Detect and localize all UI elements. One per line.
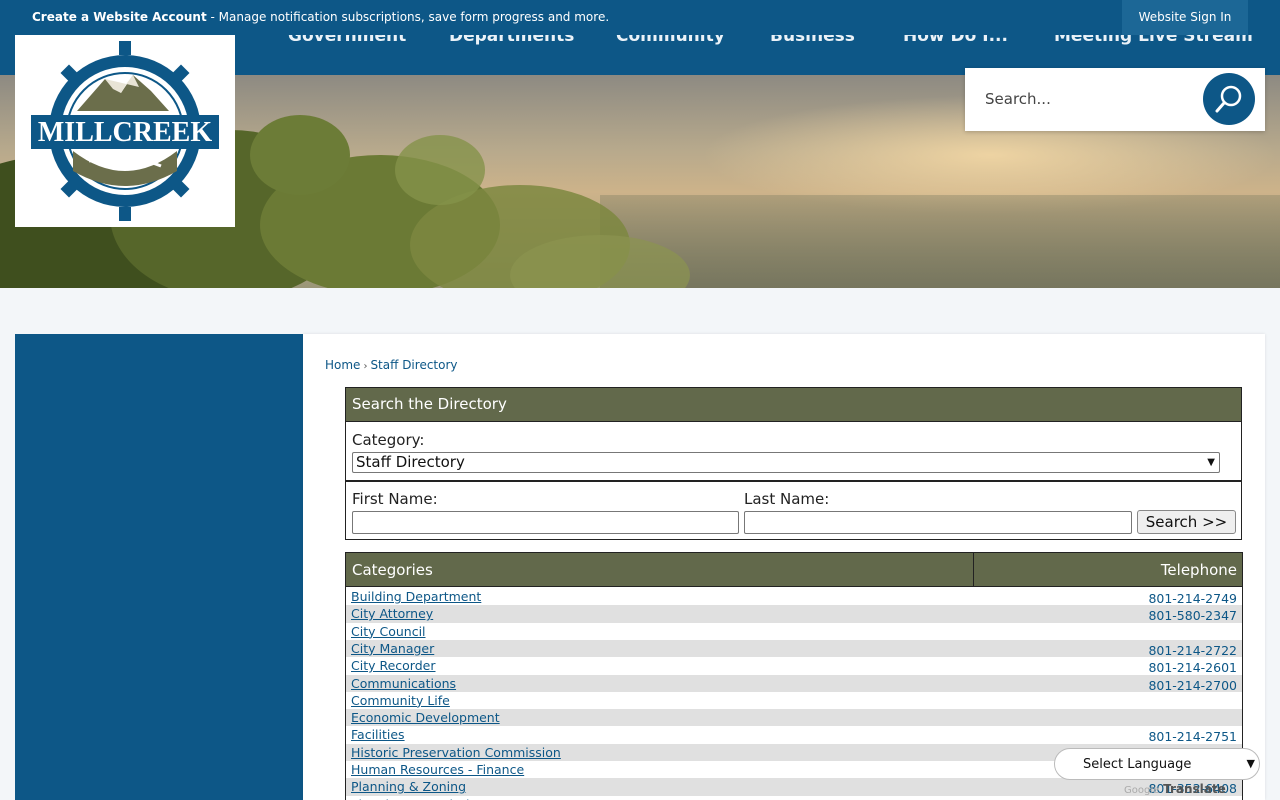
first-name-label: First Name: — [352, 490, 438, 508]
table-row: Community Life — [346, 692, 1242, 709]
directory-table-header: Categories Telephone — [346, 553, 1242, 587]
category-link[interactable]: Community Life — [351, 693, 450, 708]
table-row: Facilities 801-214-2751 — [346, 726, 1242, 744]
table-row: Planning Commission — [346, 796, 1242, 800]
site-search: Search... — [965, 68, 1265, 131]
create-account-link[interactable]: Create a Website Account — [32, 10, 207, 24]
valley-haze — [600, 195, 1280, 288]
telephone-link[interactable]: 801-214-2722 — [1148, 643, 1237, 658]
table-row: Economic Development — [346, 709, 1242, 727]
nav-item-departments[interactable]: Departments — [449, 35, 574, 46]
nav-item-business[interactable]: Business — [770, 35, 855, 46]
main-content: Home › Staff Directory Search the Director… — [303, 334, 1265, 800]
breadcrumb: Home › Staff Directory — [325, 358, 458, 372]
nav-item-government[interactable]: Government — [288, 35, 406, 46]
website-sign-in-button[interactable]: Website Sign In — [1122, 0, 1248, 35]
category-link[interactable]: Historic Preservation Commission — [351, 745, 561, 760]
column-header-categories: Categories — [352, 561, 433, 579]
breadcrumb-home-link[interactable]: Home — [325, 358, 360, 372]
search-icon — [1215, 85, 1242, 113]
table-row: Planning & Zoning 801-352-6408 — [346, 778, 1242, 796]
table-row: City Recorder 801-214-2601 — [346, 657, 1242, 675]
telephone-link[interactable]: 801-580-2347 — [1148, 608, 1237, 623]
logo-wordmark: MILLCREEK — [38, 117, 212, 148]
table-row: City Council — [346, 623, 1242, 640]
table-row: Building Department 801-214-2749 — [346, 588, 1242, 606]
directory-search-heading: Search the Directory — [346, 388, 1241, 422]
chevron-down-icon: ▼ — [1207, 457, 1215, 468]
google-wordmark: Google — [1124, 785, 1160, 796]
language-select[interactable]: Select Language ▼ — [1054, 748, 1260, 780]
search-input[interactable]: Search... — [985, 90, 1051, 108]
create-account-description: - Manage notification subscriptions, sav… — [206, 10, 610, 24]
table-row: Communications 801-214-2700 — [346, 674, 1242, 693]
category-link[interactable]: Economic Development — [351, 710, 500, 725]
language-select-label: Select Language — [1083, 757, 1192, 772]
telephone-link[interactable]: 801-214-2700 — [1148, 678, 1237, 693]
powered-by-google: Google Translate — [1124, 782, 1226, 796]
search-button[interactable] — [1203, 73, 1255, 125]
side-navigation-panel — [15, 334, 303, 800]
translate-link[interactable]: Translate — [1163, 782, 1226, 796]
last-name-label: Last Name: — [744, 490, 830, 508]
category-link[interactable]: City Recorder — [351, 658, 436, 673]
category-label: Category: — [352, 431, 425, 449]
category-link[interactable]: Communications — [351, 676, 456, 691]
millcreek-logo[interactable]: MILLCREEK — [15, 35, 235, 227]
table-row: City Attorney 801-580-2347 — [346, 605, 1242, 623]
breadcrumb-separator: › — [363, 361, 368, 372]
breadcrumb-current[interactable]: Staff Directory — [370, 358, 457, 372]
telephone-link[interactable]: 801-214-2751 — [1148, 729, 1237, 744]
nav-item-community[interactable]: Community — [616, 35, 725, 46]
column-header-telephone: Telephone — [1160, 561, 1237, 579]
directory-search-form: Search the Directory Category: Staff Dir… — [345, 387, 1242, 540]
nav-item-how-do-i[interactable]: How Do I... — [903, 35, 1008, 46]
first-name-input[interactable] — [352, 511, 739, 534]
category-selected-value: Staff Directory — [356, 453, 465, 471]
create-account-notice[interactable]: Create a Website Account - Manage notifi… — [32, 10, 609, 24]
last-name-input[interactable] — [744, 511, 1132, 534]
category-link[interactable]: City Attorney — [351, 606, 433, 621]
category-link[interactable]: Planning & Zoning — [351, 779, 466, 794]
millcreek-seal-icon: MILLCREEK — [31, 41, 219, 221]
category-link[interactable]: Planning Commission — [351, 797, 485, 800]
category-select[interactable]: Staff Directory ▼ — [352, 452, 1220, 473]
category-link[interactable]: Human Resources - Finance — [351, 762, 524, 777]
top-bar: Create a Website Account - Manage notifi… — [0, 0, 1280, 35]
directory-search-button[interactable]: Search >> — [1137, 510, 1236, 534]
telephone-link[interactable]: 801-214-2601 — [1148, 660, 1237, 675]
telephone-link[interactable]: 801-214-2749 — [1148, 591, 1237, 606]
category-link[interactable]: City Manager — [351, 641, 434, 656]
chevron-down-icon: ▼ — [1246, 757, 1255, 770]
category-link[interactable]: Building Department — [351, 589, 481, 604]
category-link[interactable]: City Council — [351, 624, 426, 639]
nav-item-meeting-live-stream[interactable]: Meeting Live Stream — [1054, 35, 1253, 46]
table-row: City Manager 801-214-2722 — [346, 639, 1242, 658]
category-row: Category: Staff Directory ▼ — [346, 422, 1241, 482]
category-link[interactable]: Facilities — [351, 727, 405, 742]
column-divider — [973, 553, 974, 587]
